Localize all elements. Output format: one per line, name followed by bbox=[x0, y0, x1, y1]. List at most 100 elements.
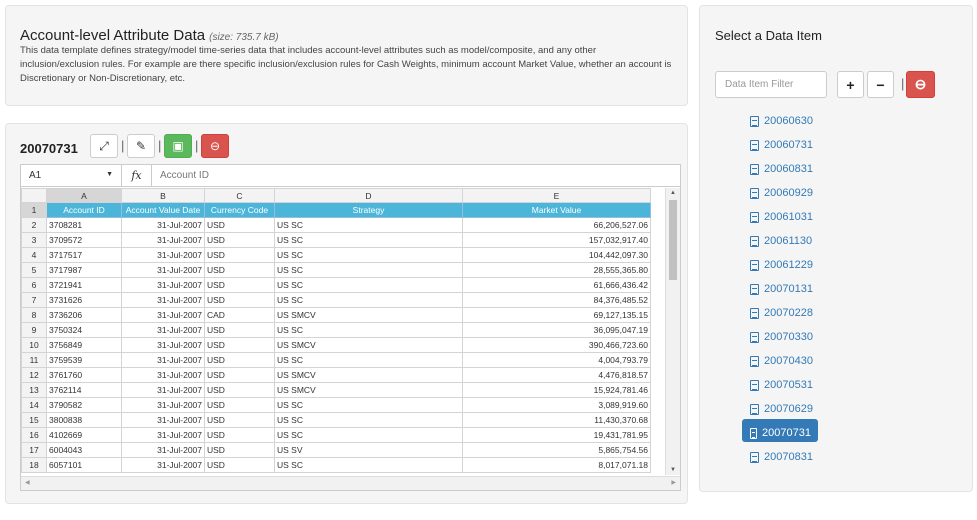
table-cell[interactable]: 31-Jul-2007 bbox=[121, 322, 205, 338]
table-cell[interactable]: US SMCV bbox=[274, 367, 463, 383]
row-number[interactable]: 16 bbox=[21, 427, 47, 443]
table-cell[interactable]: US SC bbox=[274, 277, 463, 293]
row-number[interactable]: 13 bbox=[21, 382, 47, 398]
table-cell[interactable]: 31-Jul-2007 bbox=[121, 307, 205, 323]
column-letter[interactable]: C bbox=[204, 188, 275, 203]
table-cell[interactable]: 69,127,135.15 bbox=[462, 307, 651, 323]
row-number[interactable]: 4 bbox=[21, 247, 47, 263]
table-cell[interactable]: 31-Jul-2007 bbox=[121, 457, 205, 473]
table-cell[interactable]: 31-Jul-2007 bbox=[121, 292, 205, 308]
table-cell[interactable]: 31-Jul-2007 bbox=[121, 397, 205, 413]
table-cell[interactable]: USD bbox=[204, 412, 275, 428]
data-item-link[interactable]: 20070531 bbox=[742, 371, 820, 394]
remove-item-button[interactable]: − bbox=[867, 71, 894, 98]
delete-selected-button[interactable]: ⊖ bbox=[906, 71, 935, 98]
data-item-link[interactable]: 20070731 bbox=[742, 419, 818, 442]
table-cell[interactable]: 84,376,485.52 bbox=[462, 292, 651, 308]
table-cell[interactable]: 31-Jul-2007 bbox=[121, 367, 205, 383]
data-item-link[interactable]: 20070131 bbox=[742, 275, 820, 298]
table-cell[interactable]: USD bbox=[204, 352, 275, 368]
table-cell[interactable]: 3761760 bbox=[46, 367, 122, 383]
table-cell[interactable]: USD bbox=[204, 427, 275, 443]
table-cell[interactable]: 31-Jul-2007 bbox=[121, 247, 205, 263]
data-item-link[interactable]: 20061130 bbox=[742, 227, 819, 250]
row-number[interactable]: 17 bbox=[21, 442, 47, 458]
table-cell[interactable]: US SMCV bbox=[274, 382, 463, 398]
table-cell[interactable]: US SV bbox=[274, 442, 463, 458]
table-cell[interactable]: USD bbox=[204, 397, 275, 413]
data-item-link[interactable]: 20060831 bbox=[742, 155, 820, 178]
formula-input[interactable]: Account ID bbox=[160, 170, 209, 181]
table-cell[interactable]: US SC bbox=[274, 292, 463, 308]
scroll-up-icon[interactable]: ▲ bbox=[670, 190, 676, 196]
row-number[interactable]: 8 bbox=[21, 307, 47, 323]
table-cell[interactable]: 3717517 bbox=[46, 247, 122, 263]
row-number[interactable]: 5 bbox=[21, 262, 47, 278]
table-cell[interactable]: 31-Jul-2007 bbox=[121, 442, 205, 458]
data-item-link[interactable]: 20070330 bbox=[742, 323, 820, 346]
table-cell[interactable]: CAD bbox=[204, 307, 275, 323]
row-number[interactable]: 1 bbox=[21, 202, 47, 218]
table-cell[interactable]: 3800838 bbox=[46, 412, 122, 428]
table-cell[interactable]: USD bbox=[204, 337, 275, 353]
data-item-link[interactable]: 20070228 bbox=[742, 299, 820, 322]
vertical-scrollbar[interactable]: ▲ ▼ bbox=[665, 188, 680, 475]
row-number[interactable]: 9 bbox=[21, 322, 47, 338]
table-cell[interactable]: US SC bbox=[274, 322, 463, 338]
table-cell[interactable]: US SC bbox=[274, 247, 463, 263]
table-cell[interactable]: 8,017,071.18 bbox=[462, 457, 651, 473]
table-cell[interactable]: USD bbox=[204, 442, 275, 458]
expand-button[interactable]: ⤢ bbox=[90, 134, 118, 158]
table-cell[interactable]: 157,032,917.40 bbox=[462, 232, 651, 248]
table-cell[interactable]: 3759539 bbox=[46, 352, 122, 368]
table-cell[interactable]: 3736206 bbox=[46, 307, 122, 323]
header-cell[interactable]: Account Value Date bbox=[121, 202, 205, 218]
spreadsheet[interactable]: A1 ▼ fx Account ID ABCDE 1 Account ID Accou… bbox=[20, 164, 681, 491]
data-item-link[interactable]: 20060731 bbox=[742, 131, 820, 154]
table-cell[interactable]: 61,666,436.42 bbox=[462, 277, 651, 293]
horizontal-scrollbar[interactable]: ◀ ▶ bbox=[21, 476, 680, 490]
table-cell[interactable]: USD bbox=[204, 457, 275, 473]
table-cell[interactable]: US SC bbox=[274, 217, 463, 233]
table-cell[interactable]: 31-Jul-2007 bbox=[121, 217, 205, 233]
table-cell[interactable]: 66,206,527.06 bbox=[462, 217, 651, 233]
delete-item-button[interactable]: ⊖ bbox=[201, 134, 229, 158]
table-cell[interactable]: 6057101 bbox=[46, 457, 122, 473]
table-cell[interactable]: 3731626 bbox=[46, 292, 122, 308]
data-item-link[interactable]: 20070629 bbox=[742, 395, 820, 418]
table-cell[interactable]: US SC bbox=[274, 262, 463, 278]
table-cell[interactable]: 31-Jul-2007 bbox=[121, 427, 205, 443]
column-letter[interactable]: D bbox=[274, 188, 463, 203]
header-cell[interactable]: Market Value bbox=[462, 202, 651, 218]
table-cell[interactable]: US SMCV bbox=[274, 307, 463, 323]
row-number[interactable]: 14 bbox=[21, 397, 47, 413]
row-number[interactable]: 10 bbox=[21, 337, 47, 353]
table-cell[interactable]: USD bbox=[204, 367, 275, 383]
table-cell[interactable]: 5,865,754.56 bbox=[462, 442, 651, 458]
table-cell[interactable]: 11,430,370.68 bbox=[462, 412, 651, 428]
table-cell[interactable]: 36,095,047.19 bbox=[462, 322, 651, 338]
table-cell[interactable]: US SC bbox=[274, 412, 463, 428]
header-cell[interactable]: Strategy bbox=[274, 202, 463, 218]
table-cell[interactable]: USD bbox=[204, 232, 275, 248]
row-number[interactable]: 11 bbox=[21, 352, 47, 368]
column-letter[interactable]: E bbox=[462, 188, 651, 203]
column-letter[interactable]: B bbox=[121, 188, 205, 203]
row-number[interactable]: 6 bbox=[21, 277, 47, 293]
table-cell[interactable]: 4,476,818.57 bbox=[462, 367, 651, 383]
table-cell[interactable]: 3721941 bbox=[46, 277, 122, 293]
table-cell[interactable]: USD bbox=[204, 277, 275, 293]
table-cell[interactable]: 3762114 bbox=[46, 382, 122, 398]
table-cell[interactable]: 3708281 bbox=[46, 217, 122, 233]
table-cell[interactable]: 3756849 bbox=[46, 337, 122, 353]
table-cell[interactable]: 3790582 bbox=[46, 397, 122, 413]
row-number[interactable]: 7 bbox=[21, 292, 47, 308]
table-cell[interactable]: US SC bbox=[274, 232, 463, 248]
sheet-area[interactable]: ABCDE 1 Account ID Account Value Date Curre… bbox=[21, 188, 664, 475]
row-number[interactable]: 3 bbox=[21, 232, 47, 248]
table-cell[interactable]: US SC bbox=[274, 352, 463, 368]
table-cell[interactable]: 3750324 bbox=[46, 322, 122, 338]
table-cell[interactable]: USD bbox=[204, 217, 275, 233]
data-item-link[interactable]: 20070831 bbox=[742, 443, 820, 466]
table-cell[interactable]: 6004043 bbox=[46, 442, 122, 458]
